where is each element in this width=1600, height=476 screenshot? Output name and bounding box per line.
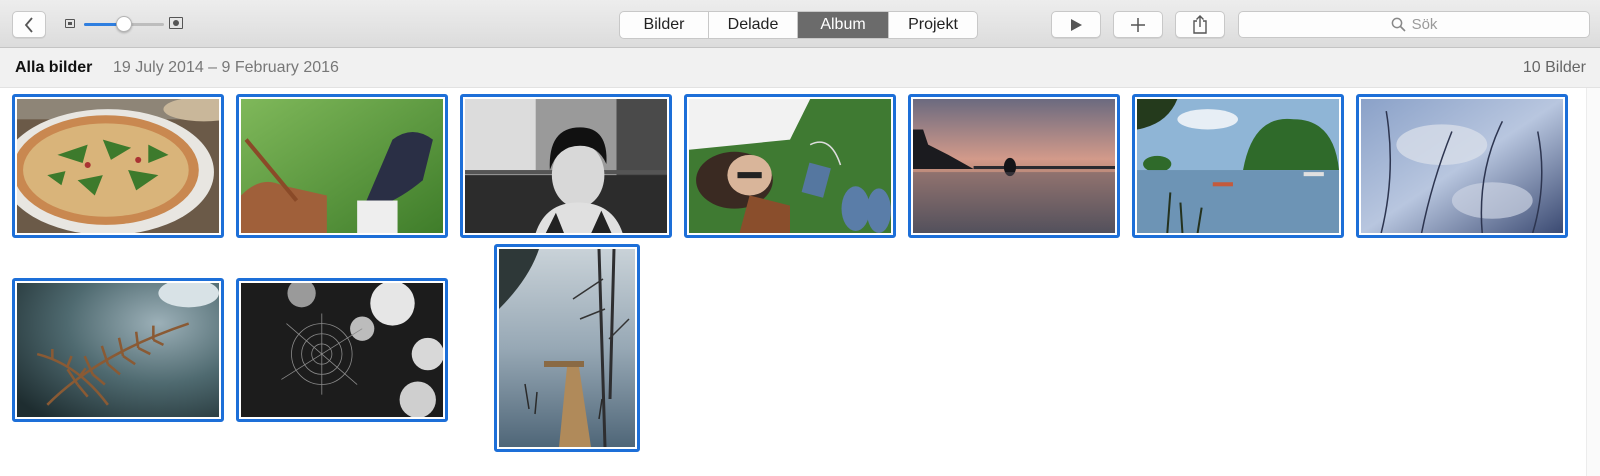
fern-photo [17, 283, 219, 417]
photo-thumbnail[interactable] [908, 94, 1120, 238]
tab-delade[interactable]: Delade [709, 12, 798, 38]
chevron-left-icon [24, 16, 33, 33]
photo-thumbnail[interactable] [1132, 94, 1344, 238]
reflection-photo [1361, 99, 1563, 233]
spiderweb-photo [241, 283, 443, 417]
lake-photo [1137, 99, 1339, 233]
scrollbar[interactable] [1586, 88, 1600, 476]
zoom-slider[interactable] [84, 16, 164, 32]
small-photo-icon [65, 19, 75, 28]
sunset-photo [913, 99, 1115, 233]
pizza-photo [17, 99, 219, 233]
photo-thumbnail[interactable] [236, 278, 448, 422]
share-button[interactable] [1175, 11, 1225, 38]
view-tabs: Bilder Delade Album Projekt [619, 11, 978, 39]
photo-thumbnail[interactable] [236, 94, 448, 238]
portrait-photo [465, 99, 667, 233]
photo-thumbnail[interactable] [12, 94, 224, 238]
tab-projekt[interactable]: Projekt [889, 12, 977, 38]
play-icon [1071, 18, 1082, 31]
plus-icon [1131, 17, 1145, 32]
photo-grid [0, 88, 1600, 476]
library-header: Alla bilder 19 July 2014 – 9 February 20… [0, 48, 1600, 88]
page-title: Alla bilder [15, 59, 93, 76]
photo-thumbnail[interactable] [12, 278, 224, 422]
photo-count: 10 Bilder [1522, 59, 1586, 76]
photo-thumbnail[interactable] [1356, 94, 1568, 238]
photo-thumbnail[interactable] [460, 94, 672, 238]
back-button[interactable] [12, 11, 46, 38]
toolbar: Bilder Delade Album Projekt Sök [0, 0, 1600, 48]
photo-thumbnail[interactable] [684, 94, 896, 238]
search-icon [1391, 17, 1406, 32]
large-photo-icon [169, 17, 183, 29]
add-button[interactable] [1113, 11, 1163, 38]
search-placeholder: Sök [1411, 16, 1438, 33]
search-field[interactable]: Sök [1238, 11, 1590, 38]
tab-bilder[interactable]: Bilder [620, 12, 709, 38]
slider-knob[interactable] [116, 16, 132, 32]
photo-thumbnail[interactable] [494, 244, 640, 452]
tab-album[interactable]: Album [798, 12, 889, 38]
jetty-photo [499, 249, 635, 447]
grass-photo [241, 99, 443, 233]
slideshow-button[interactable] [1051, 11, 1101, 38]
date-range: 19 July 2014 – 9 February 2016 [113, 59, 339, 76]
share-icon [1193, 15, 1207, 34]
lying-woman-photo [689, 99, 891, 233]
